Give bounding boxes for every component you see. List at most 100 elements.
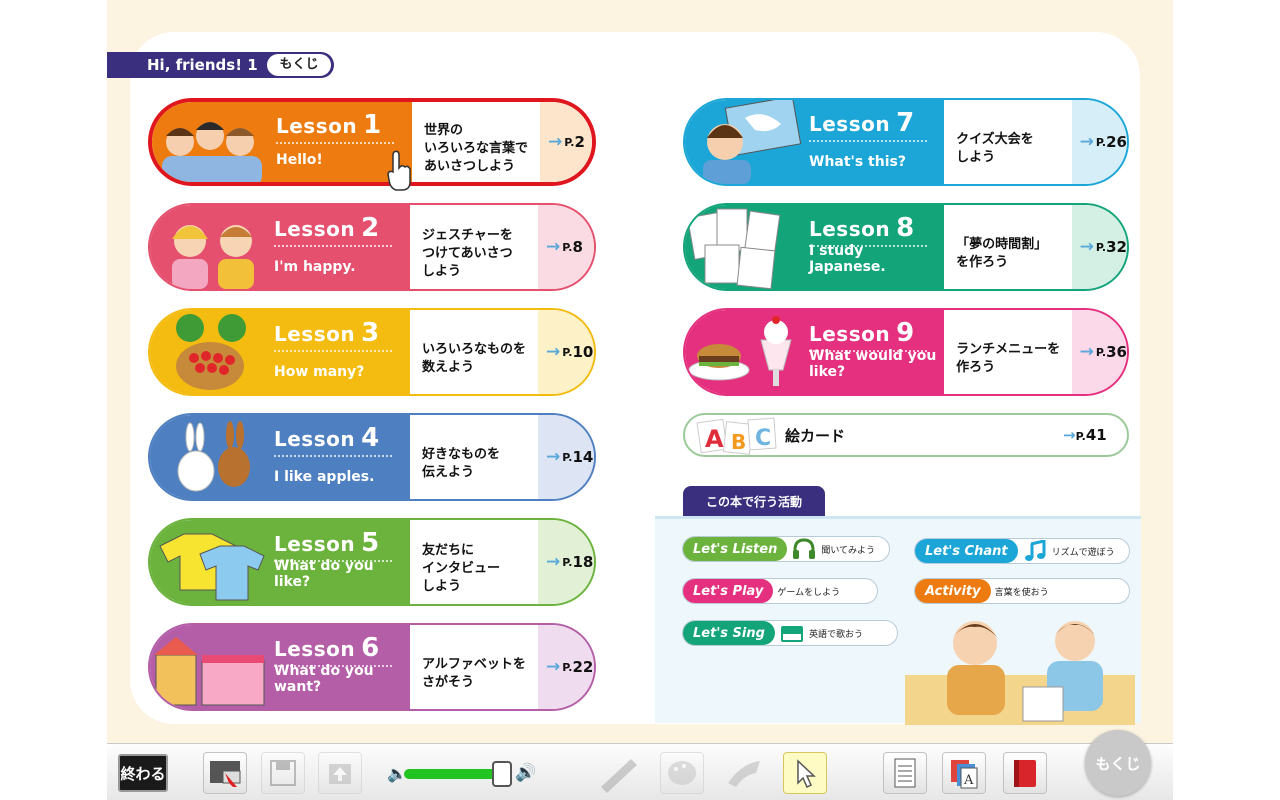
lesson-2-illustration xyxy=(150,205,270,289)
lesson-7-goal: クイズ大会を しよう xyxy=(956,132,1034,165)
book-title: Hi, friends! 1 xyxy=(147,56,258,74)
activity-2: Let's Play ゲームをしよう xyxy=(682,578,878,604)
cards-icon: A xyxy=(951,760,978,789)
dotted-divider xyxy=(274,455,392,457)
palette-button[interactable] xyxy=(660,752,704,794)
lesson-8-title: Lesson 8 xyxy=(809,213,915,243)
lesson-6-title: Lesson 6 xyxy=(274,633,380,663)
lesson-8-illustration xyxy=(685,205,805,289)
card-letter-c: C xyxy=(755,426,771,451)
save-button[interactable] xyxy=(261,752,305,794)
lesson-7-title: Lesson 7 xyxy=(809,108,915,138)
lesson-5-goal: 友だちに インタビュー しよう xyxy=(422,543,501,594)
arrow-right-icon: → xyxy=(546,342,561,362)
lesson-6-goal: アルファベットを さがそう xyxy=(422,657,526,690)
lesson-5-title: Lesson 5 xyxy=(274,528,380,558)
activity-badge: Let's Play xyxy=(683,579,774,603)
lesson-3-english: How many? xyxy=(274,364,365,380)
lesson-9-illustration xyxy=(685,310,805,394)
lesson-4-goal: 好きなものを 伝えよう xyxy=(422,447,501,480)
lesson-8-english: I study Japanese. xyxy=(809,243,886,275)
bottom-toolbar: 終わる 🔈 🔊 A もくじ xyxy=(107,730,1173,800)
textbook-button[interactable] xyxy=(1003,752,1047,794)
lesson-7-english: What's this? xyxy=(809,154,906,170)
end-button[interactable]: 終わる xyxy=(118,754,168,792)
lesson-6-illustration xyxy=(150,625,270,709)
activity-text: 言葉を使おう xyxy=(994,587,1049,598)
volume-knob[interactable] xyxy=(492,761,512,787)
document-icon xyxy=(894,758,916,788)
lesson-9-goal: ランチメニューを 作ろう xyxy=(956,342,1061,375)
pen-icon xyxy=(601,759,637,793)
lesson-5-english: What do you like? xyxy=(274,558,374,590)
lesson-9-title: Lesson 9 xyxy=(809,318,915,348)
lesson-1-goal: 世界の いろいろな言葉で あいさつしよう xyxy=(424,123,529,174)
lesson-7-illustration xyxy=(685,100,805,184)
cursor-arrow-icon xyxy=(797,759,816,789)
lesson-2-card[interactable]: Lesson 2 I'm happy. ジェスチャーを つけてあいさつ しよう →… xyxy=(148,203,596,291)
activity-0: Let's Listen 聞いてみよう xyxy=(682,536,890,562)
book-header: Hi, friends! 1 もくじ xyxy=(107,52,334,78)
lesson-2-banner: Lesson 2 I'm happy. xyxy=(150,205,410,289)
pointer-button[interactable] xyxy=(783,752,827,794)
activity-3: Activity 言葉を使おう xyxy=(914,578,1130,604)
upload-button[interactable] xyxy=(318,752,362,794)
arrow-right-icon: → xyxy=(1079,342,1094,362)
activity-text: リズムで遊ぼう xyxy=(1051,547,1115,558)
arrow-right-icon: → xyxy=(546,447,561,467)
arrow-right-icon: → xyxy=(546,657,561,677)
dotted-divider xyxy=(276,142,394,144)
eraser-button[interactable] xyxy=(722,752,766,794)
toc-button[interactable]: もくじ xyxy=(1085,730,1151,796)
arrow-right-icon: → xyxy=(546,552,561,572)
activity-text: 英語で歌おう xyxy=(808,629,863,640)
lesson-1-page: → P. 2 xyxy=(540,102,592,182)
lesson-2-english: I'm happy. xyxy=(274,259,356,275)
screen-select-button[interactable] xyxy=(203,752,247,794)
abc-cards-art: A B C xyxy=(685,415,785,455)
toc-badge: もくじ xyxy=(267,54,331,76)
lesson-3-banner: Lesson 3 How many? xyxy=(150,310,410,394)
lesson-9-card[interactable]: Lesson 9 What would you like? ランチメニューを 作ろ… xyxy=(683,308,1129,396)
activity-1: Let's Chant リズムで遊ぼう xyxy=(914,538,1130,564)
arrow-right-icon: → xyxy=(1063,426,1076,444)
dotted-divider xyxy=(809,140,927,142)
activity-text: 聞いてみよう xyxy=(821,545,876,556)
picture-cards-row[interactable]: A B C 絵カード →P.41 xyxy=(683,413,1129,457)
children-illustration xyxy=(905,621,1135,725)
lesson-3-card[interactable]: Lesson 3 How many? いろいろなものを 数えよう → P. 10 xyxy=(148,308,596,396)
pen-button[interactable] xyxy=(597,752,641,794)
volume-slider[interactable] xyxy=(404,769,500,779)
save-icon xyxy=(270,760,296,786)
lesson-3-illustration xyxy=(150,310,270,394)
lesson-1-card[interactable]: Lesson 1 Hello! 世界の いろいろな言葉で あいさつしよう → P. 2 xyxy=(148,98,596,186)
lesson-5-card[interactable]: Lesson 5 What do you like? 友だちに インタビュー しよ… xyxy=(148,518,596,606)
lesson-6-card[interactable]: Lesson 6 What do you want? アルファベットを さがそう … xyxy=(148,623,596,711)
book-icon xyxy=(1014,760,1036,787)
hand-pointer-icon xyxy=(386,150,412,192)
activity-badge: Activity xyxy=(915,579,991,603)
lesson-3-title: Lesson 3 xyxy=(274,318,380,348)
arrow-right-icon: → xyxy=(1079,132,1094,152)
lesson-2-title: Lesson 2 xyxy=(274,213,380,243)
activity-text: ゲームをしよう xyxy=(777,587,841,598)
dotted-divider xyxy=(274,245,392,247)
picture-cards-label: 絵カード xyxy=(785,426,846,445)
lesson-5-banner: Lesson 5 What do you like? xyxy=(150,520,410,604)
lesson-7-card[interactable]: Lesson 7 What's this? クイズ大会を しよう → P. 26 xyxy=(683,98,1129,186)
lesson-8-card[interactable]: Lesson 8 I study Japanese. 「夢の時間割」 を作ろう →… xyxy=(683,203,1129,291)
activity-badge: Let's Chant xyxy=(915,539,1018,563)
arrow-right-icon: → xyxy=(548,132,563,152)
lesson-7-banner: Lesson 7 What's this? xyxy=(685,100,945,184)
lesson-4-title: Lesson 4 xyxy=(274,423,380,453)
lesson-4-card[interactable]: Lesson 4 I like apples. 好きなものを 伝えよう → P. 14 xyxy=(148,413,596,501)
upload-icon xyxy=(329,764,351,784)
lesson-1-illustration xyxy=(152,102,272,182)
document-button[interactable] xyxy=(883,752,927,794)
cards-button[interactable]: A xyxy=(942,752,986,794)
lesson-9-banner: Lesson 9 What would you like? xyxy=(685,310,945,394)
piano-icon xyxy=(775,622,805,644)
lesson-4-english: I like apples. xyxy=(274,469,375,485)
dotted-divider xyxy=(274,350,392,352)
palette-icon xyxy=(668,761,696,785)
